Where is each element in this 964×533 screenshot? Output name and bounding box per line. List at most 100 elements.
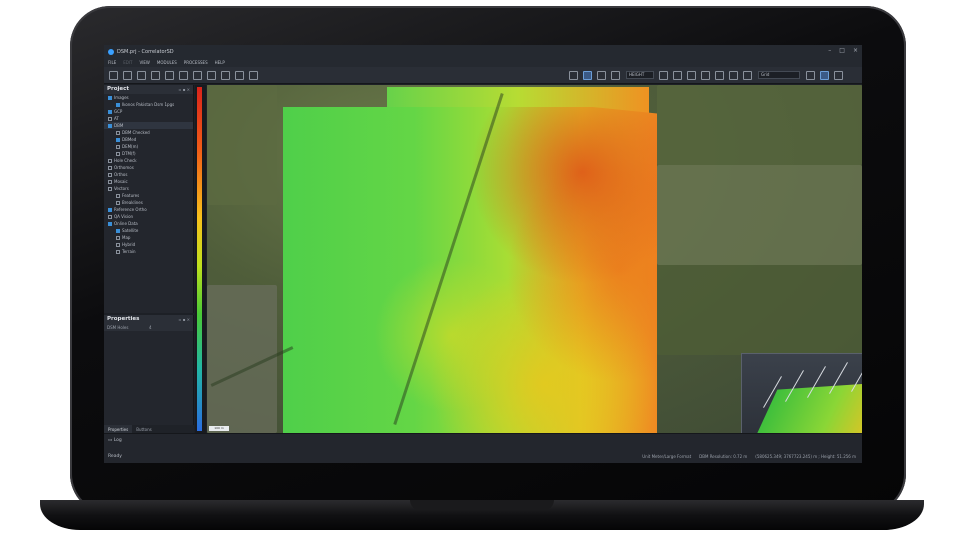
- tab-buttons[interactable]: Buttons: [132, 425, 155, 433]
- grid-icon[interactable]: [207, 71, 216, 80]
- view-3d-icon[interactable]: [806, 71, 815, 80]
- layer-icon[interactable]: [108, 187, 112, 191]
- tree-item[interactable]: QA Vision: [104, 213, 193, 220]
- edit-icon[interactable]: [193, 71, 202, 80]
- layer-icon[interactable]: [116, 250, 120, 254]
- open-project-icon[interactable]: [123, 71, 132, 80]
- checkbox-checked-icon[interactable]: [108, 96, 112, 100]
- layers-icon[interactable]: [137, 71, 146, 80]
- tab-properties[interactable]: Properties: [104, 425, 133, 433]
- tree-item[interactable]: Reference Ortho: [104, 206, 193, 213]
- filter-icon[interactable]: [151, 71, 160, 80]
- close-icon[interactable]: ×: [853, 47, 858, 54]
- tree-item-label: AT: [114, 116, 119, 121]
- menu-edit[interactable]: EDIT: [123, 60, 132, 65]
- new-project-icon[interactable]: [109, 71, 118, 80]
- tree-item-label: DBM: [114, 123, 124, 128]
- tree-item[interactable]: Satellite: [104, 227, 193, 234]
- satellite-field: [657, 265, 862, 355]
- draw-icon[interactable]: [820, 71, 829, 80]
- tree-item[interactable]: DBM: [104, 122, 193, 129]
- checkbox-checked-icon[interactable]: [116, 103, 120, 107]
- tree-item[interactable]: Images: [104, 94, 193, 101]
- export-icon[interactable]: [249, 71, 258, 80]
- layer-icon[interactable]: [116, 131, 120, 135]
- status-coordinates: (580625.349; 3767723.245) m ; Height: 51…: [755, 454, 856, 459]
- tree-item[interactable]: Online Data: [104, 220, 193, 227]
- layer-icon[interactable]: [108, 166, 112, 170]
- tree-item-label: Terrain: [122, 249, 136, 254]
- minimize-icon[interactable]: –: [828, 47, 831, 54]
- tree-item[interactable]: DTM(f): [104, 150, 193, 157]
- tree-item-label: Features: [122, 193, 140, 198]
- map-icon[interactable]: [834, 71, 843, 80]
- layer-icon[interactable]: [108, 215, 112, 219]
- layer-icon[interactable]: [108, 159, 112, 163]
- menu-file[interactable]: FILE: [108, 60, 116, 65]
- panel-buttons[interactable]: ▫ ▪ ×: [179, 85, 190, 94]
- maximize-icon[interactable]: □: [839, 47, 845, 54]
- mode-select[interactable]: Grid: [758, 71, 800, 79]
- tree-item[interactable]: Hole Check: [104, 157, 193, 164]
- height-icon[interactable]: [673, 71, 682, 80]
- zoom-icon[interactable]: [611, 71, 620, 80]
- map-viewport[interactable]: 100 m: [207, 85, 862, 433]
- settings-icon[interactable]: [715, 71, 724, 80]
- pyramid-icon[interactable]: [569, 71, 578, 80]
- cloud-icon[interactable]: [165, 71, 174, 80]
- log-toggle[interactable]: ▭ Log: [108, 438, 122, 443]
- menu-modules[interactable]: MODULES: [157, 60, 177, 65]
- tree-item[interactable]: Orthos: [104, 171, 193, 178]
- layer-icon[interactable]: [116, 194, 120, 198]
- property-row[interactable]: DSM Holes 4: [104, 324, 193, 331]
- layer-icon[interactable]: [116, 243, 120, 247]
- tree-item[interactable]: Terrain: [104, 248, 193, 255]
- tree-item[interactable]: Map: [104, 234, 193, 241]
- layer-icon[interactable]: [116, 145, 120, 149]
- layer-icon[interactable]: [116, 236, 120, 240]
- layer-icon[interactable]: [116, 152, 120, 156]
- checkbox-checked-icon[interactable]: [108, 124, 112, 128]
- tree-item[interactable]: AT: [104, 115, 193, 122]
- laptop-hinge: [410, 500, 554, 510]
- properties-panel-header: Properties ▫ ▪ ×: [104, 315, 193, 324]
- layer-icon[interactable]: [116, 201, 120, 205]
- menu-view[interactable]: VIEW: [139, 60, 149, 65]
- checkbox-checked-icon[interactable]: [108, 222, 112, 226]
- app-window: DSM.prj - CorrelatorSD – □ × FILE EDIT V…: [104, 45, 862, 463]
- panel-buttons[interactable]: ▫ ▪ ×: [179, 315, 190, 324]
- checkbox-checked-icon[interactable]: [108, 208, 112, 212]
- terrain-icon[interactable]: [179, 71, 188, 80]
- tree-item[interactable]: Vectors: [104, 185, 193, 192]
- tree-item[interactable]: DBM Checked: [104, 129, 193, 136]
- tree-item[interactable]: DBMed: [104, 136, 193, 143]
- measure-icon[interactable]: [659, 71, 668, 80]
- transform-icon[interactable]: [221, 71, 230, 80]
- info-icon[interactable]: [743, 71, 752, 80]
- pan-icon[interactable]: [597, 71, 606, 80]
- layer-icon[interactable]: [108, 117, 112, 121]
- layer-icon[interactable]: [108, 173, 112, 177]
- checkbox-checked-icon[interactable]: [116, 229, 120, 233]
- tree-item[interactable]: Hybrid: [104, 241, 193, 248]
- search-icon[interactable]: [701, 71, 710, 80]
- 3d-preview-window[interactable]: [741, 353, 862, 433]
- tree-item[interactable]: Features: [104, 192, 193, 199]
- profile-icon[interactable]: [687, 71, 696, 80]
- tree-item[interactable]: GCP: [104, 108, 193, 115]
- tree-item[interactable]: Breaklines: [104, 199, 193, 206]
- tree-item[interactable]: Ikonos Pakistan Dsm 1pgs: [104, 101, 193, 108]
- checkbox-checked-icon[interactable]: [116, 138, 120, 142]
- cube-icon[interactable]: [235, 71, 244, 80]
- menu-processes[interactable]: PROCESSES: [184, 60, 208, 65]
- tree-item[interactable]: DEM(m): [104, 143, 193, 150]
- select-icon[interactable]: [583, 71, 592, 80]
- menu-help[interactable]: HELP: [215, 60, 225, 65]
- layer-icon[interactable]: [108, 180, 112, 184]
- tree-item-label: Ikonos Pakistan Dsm 1pgs: [122, 102, 175, 107]
- tree-item[interactable]: Mosaic: [104, 178, 193, 185]
- layer-select[interactable]: HEIGHT: [626, 71, 654, 79]
- tree-item[interactable]: Orthomos: [104, 164, 193, 171]
- hourglass-icon[interactable]: [729, 71, 738, 80]
- checkbox-checked-icon[interactable]: [108, 110, 112, 114]
